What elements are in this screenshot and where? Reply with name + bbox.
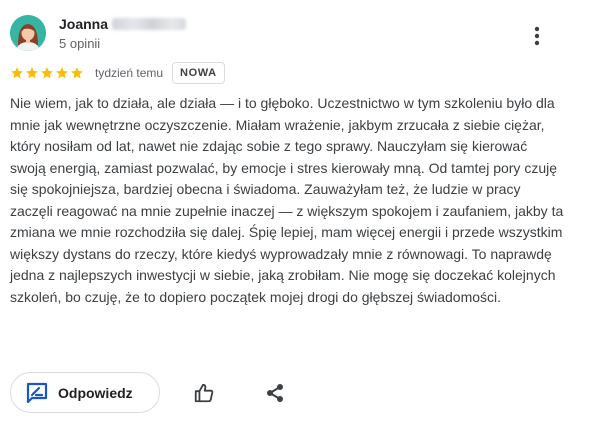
reply-button-label: Odpowiedz [58, 384, 133, 401]
star-icon [56, 67, 68, 79]
more-vert-icon [534, 26, 540, 46]
reviewer-review-count: 5 opinii [59, 36, 101, 51]
reply-button[interactable]: Odpowiedz [10, 372, 160, 413]
reviewer-surname-redacted [112, 18, 187, 30]
review-date: tydzień temu [95, 66, 164, 80]
review-text: Nie wiem, jak to działa, ale działa — i … [10, 95, 564, 305]
star-icon [71, 67, 83, 79]
more-options-button[interactable] [526, 23, 548, 49]
reply-icon [26, 382, 48, 404]
like-button[interactable] [192, 381, 216, 405]
star-rating [10, 66, 84, 80]
star-icon [41, 67, 53, 79]
star-icon [26, 67, 38, 79]
avatar[interactable] [10, 15, 46, 51]
reviewer-first-name[interactable]: Joanna [59, 16, 108, 32]
avatar-illustration [10, 15, 46, 51]
rating-row: tydzień temu NOWA [10, 62, 225, 84]
new-badge: NOWA [172, 62, 225, 84]
thumbs-up-icon [194, 383, 214, 403]
share-button[interactable] [264, 382, 286, 404]
star-icon [11, 67, 23, 79]
share-icon [267, 384, 283, 402]
reviewer-name[interactable]: Joanna [59, 16, 187, 32]
